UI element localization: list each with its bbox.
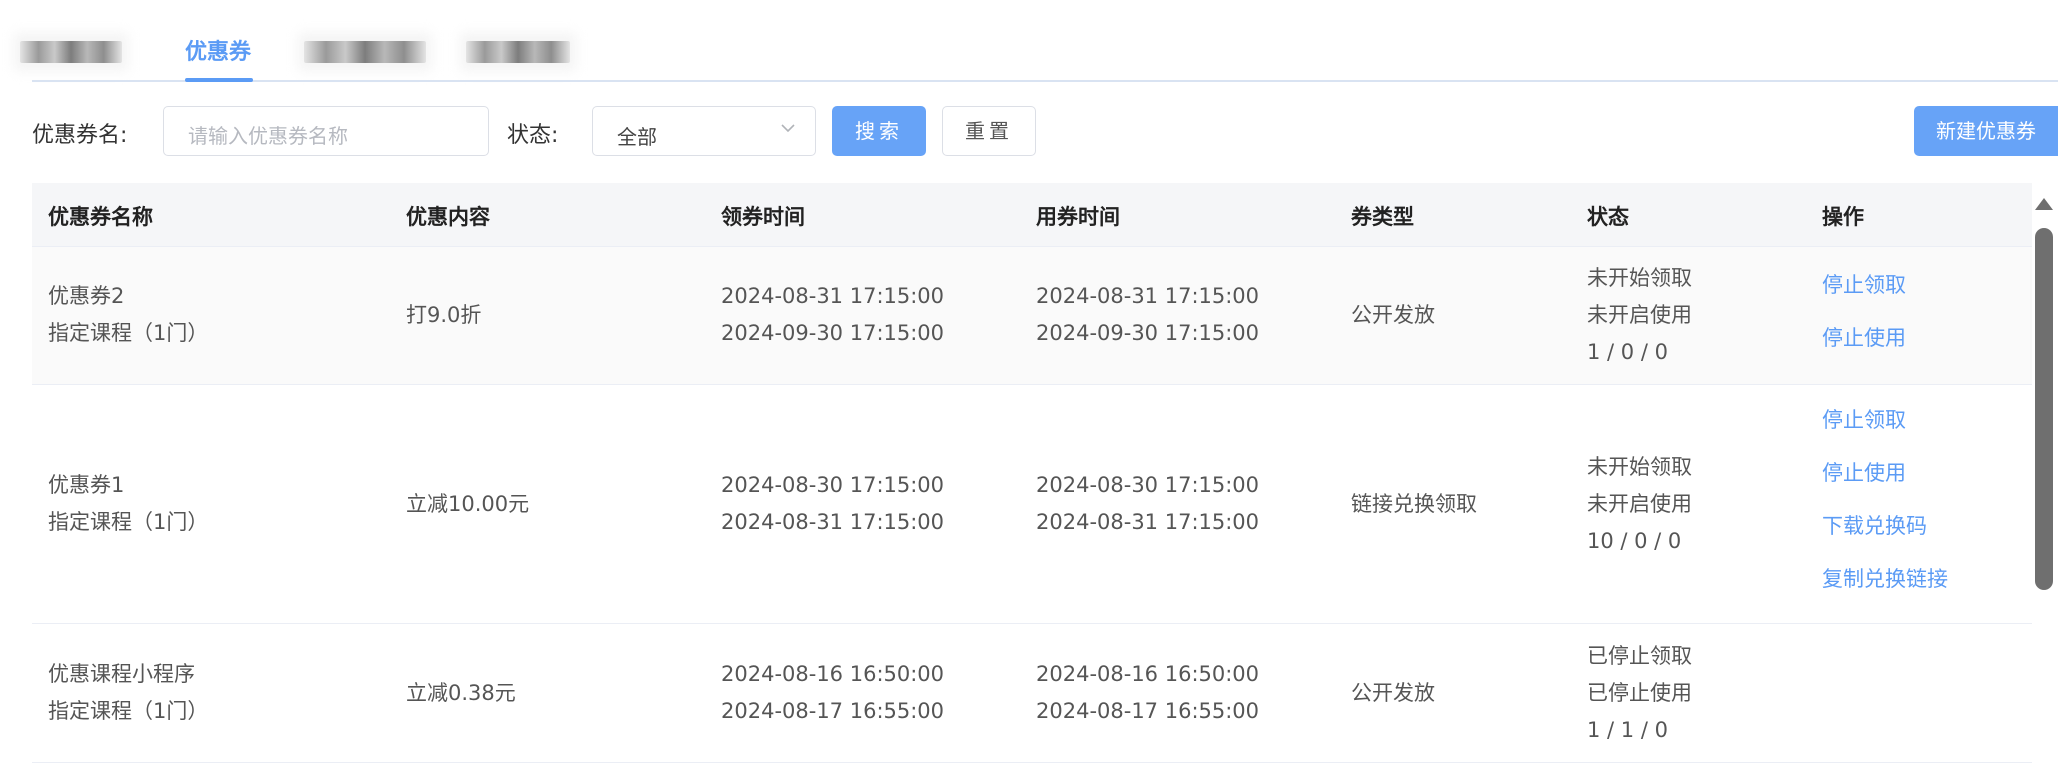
coupon-type: 公开发放	[1351, 681, 1435, 705]
coupon-name-label: 优惠券名:	[32, 123, 128, 148]
claim-time-cell: 2024-08-16 16:50:00 2024-08-17 16:55:00	[721, 656, 944, 730]
stop-use-link[interactable]: 停止使用	[1822, 457, 1906, 487]
status-cell: 未开始领取 未开启使用 10 / 0 / 0	[1587, 449, 1692, 560]
header-type: 券类型	[1351, 205, 1414, 229]
active-tab-indicator	[185, 78, 253, 82]
coupon-scope: 指定课程（1门）	[48, 699, 209, 723]
reset-button[interactable]: 重置	[942, 106, 1036, 156]
chevron-down-icon	[781, 124, 795, 133]
status-counts: 1 / 1 / 0	[1587, 718, 1668, 742]
use-end: 2024-08-17 16:55:00	[1036, 699, 1260, 723]
claim-end: 2024-08-31 17:15:00	[721, 510, 945, 534]
coupon-name-cell: 优惠券1 指定课程（1门）	[48, 467, 208, 541]
use-start: 2024-08-16 16:50:00	[1036, 662, 1260, 686]
tab-coupons[interactable]: 优惠券	[185, 34, 251, 66]
header-content: 优惠内容	[406, 205, 490, 229]
status-cell: 已停止领取 已停止使用 1 / 1 / 0	[1587, 638, 1692, 749]
status-filter-label: 状态:	[507, 123, 559, 148]
scrollbar-thumb[interactable]	[2035, 228, 2053, 590]
header-actions: 操作	[1822, 205, 1864, 229]
table-row: 优惠课程小程序 指定课程（1门） 立减0.38元 2024-08-16 16:5…	[32, 624, 2032, 763]
coupon-content: 打9.0折	[406, 303, 482, 327]
header-claim-time: 领券时间	[721, 205, 805, 229]
caret-up-icon[interactable]	[2035, 198, 2053, 210]
status-claim: 未开始领取	[1587, 266, 1692, 290]
status-claim: 已停止领取	[1587, 644, 1692, 668]
search-button[interactable]: 搜索	[832, 106, 926, 156]
use-start: 2024-08-30 17:15:00	[1036, 473, 1260, 497]
coupon-type: 链接兑换领取	[1351, 492, 1477, 516]
stop-use-link[interactable]: 停止使用	[1822, 322, 1906, 352]
coupon-scope: 指定课程（1门）	[48, 321, 209, 345]
coupon-name: 优惠券2	[48, 284, 125, 308]
claim-start: 2024-08-31 17:15:00	[721, 284, 945, 308]
coupon-name-cell: 优惠课程小程序 指定课程（1门）	[48, 656, 208, 730]
download-code-link[interactable]: 下载兑换码	[1822, 510, 1927, 540]
coupon-type: 公开发放	[1351, 303, 1435, 327]
status-use: 已停止使用	[1587, 681, 1692, 705]
claim-time-cell: 2024-08-31 17:15:00 2024-09-30 17:15:00	[721, 278, 944, 352]
coupon-content: 立减10.00元	[406, 492, 530, 516]
coupon-name-placeholder: 请输入优惠券名称	[188, 124, 348, 148]
use-time-cell: 2024-08-30 17:15:00 2024-08-31 17:15:00	[1036, 467, 1259, 541]
status-claim: 未开始领取	[1587, 455, 1692, 479]
status-cell: 未开始领取 未开启使用 1 / 0 / 0	[1587, 260, 1692, 371]
status-select[interactable]: 全部	[592, 106, 816, 156]
status-use: 未开启使用	[1587, 303, 1692, 327]
claim-end: 2024-09-30 17:15:00	[721, 321, 945, 345]
stop-claim-link[interactable]: 停止领取	[1822, 269, 1906, 299]
status-select-value: 全部	[617, 125, 657, 149]
table-row: 优惠券1 指定课程（1门） 立减10.00元 2024-08-30 17:15:…	[32, 385, 2032, 624]
header-name: 优惠券名称	[48, 205, 153, 229]
use-time-cell: 2024-08-16 16:50:00 2024-08-17 16:55:00	[1036, 656, 1259, 730]
status-counts: 1 / 0 / 0	[1587, 340, 1668, 364]
use-time-cell: 2024-08-31 17:15:00 2024-09-30 17:15:00	[1036, 278, 1259, 352]
use-start: 2024-08-31 17:15:00	[1036, 284, 1260, 308]
coupon-scope: 指定课程（1门）	[48, 510, 209, 534]
claim-start: 2024-08-30 17:15:00	[721, 473, 945, 497]
claim-time-cell: 2024-08-30 17:15:00 2024-08-31 17:15:00	[721, 467, 944, 541]
status-counts: 10 / 0 / 0	[1587, 529, 1682, 553]
status-use: 未开启使用	[1587, 492, 1692, 516]
coupon-name-cell: 优惠券2 指定课程（1门）	[48, 278, 208, 352]
coupon-content: 立减0.38元	[406, 681, 516, 705]
new-coupon-button[interactable]: 新建优惠券	[1914, 106, 2058, 156]
tab-divider	[32, 80, 2058, 82]
use-end: 2024-08-31 17:15:00	[1036, 510, 1260, 534]
table-header: 优惠券名称 优惠内容 领券时间 用券时间 券类型 状态 操作	[32, 183, 2032, 247]
tab-obscured-2[interactable]	[304, 41, 426, 63]
use-end: 2024-09-30 17:15:00	[1036, 321, 1260, 345]
header-use-time: 用券时间	[1036, 205, 1120, 229]
table-row: 优惠券2 指定课程（1门） 打9.0折 2024-08-31 17:15:00 …	[32, 247, 2032, 385]
coupon-name: 优惠课程小程序	[48, 662, 195, 686]
coupon-name: 优惠券1	[48, 473, 125, 497]
tab-obscured-1[interactable]	[20, 41, 122, 63]
header-status: 状态	[1587, 205, 1629, 229]
claim-end: 2024-08-17 16:55:00	[721, 699, 945, 723]
copy-link-link[interactable]: 复制兑换链接	[1822, 563, 1948, 593]
tab-obscured-3[interactable]	[466, 41, 570, 63]
stop-claim-link[interactable]: 停止领取	[1822, 404, 1906, 434]
coupon-name-input[interactable]: 请输入优惠券名称	[163, 106, 489, 156]
claim-start: 2024-08-16 16:50:00	[721, 662, 945, 686]
